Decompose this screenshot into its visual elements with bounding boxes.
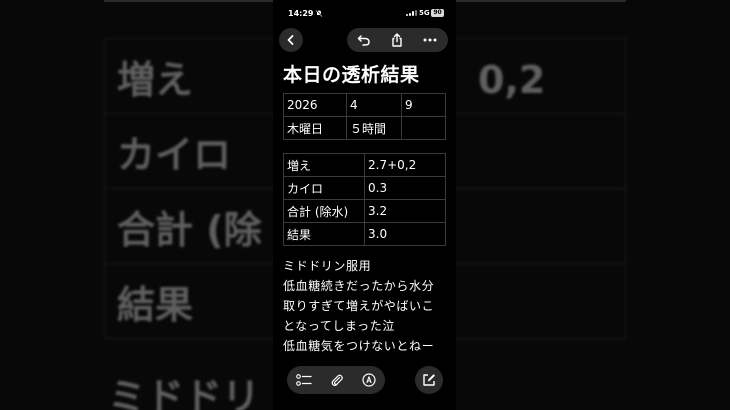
table-row: 木曜日 ５時間 (283, 116, 446, 140)
more-icon (423, 38, 437, 42)
table-cell[interactable]: 2.7+0,2 (364, 153, 446, 177)
results-table[interactable]: 増え 2.7+0,2 カイロ 0.3 合計 (除水) 3.2 結果 3.0 (283, 153, 446, 246)
attach-button[interactable] (321, 366, 353, 394)
note-line: となってしまった泣 (283, 319, 395, 333)
share-icon (392, 33, 402, 47)
table-cell[interactable]: カイロ (283, 176, 365, 200)
battery-icon: 90 (431, 9, 444, 17)
back-icon (287, 35, 294, 45)
table-row: 合計 (除水) 3.2 (283, 199, 446, 223)
table-cell[interactable]: ５時間 (346, 116, 402, 140)
table-row: 結果 3.0 (283, 222, 446, 246)
compose-button[interactable] (415, 366, 443, 394)
markup-button[interactable] (353, 366, 385, 394)
pen-icon (362, 373, 376, 387)
table-cell[interactable]: 合計 (除水) (283, 199, 365, 223)
undo-icon (357, 35, 370, 46)
checklist-icon (296, 374, 312, 386)
back-button[interactable] (279, 28, 303, 52)
phone-screen: 14:29 5G 90 本日の透析結果 2026 4 9 木曜日 ５時間 増え … (273, 0, 456, 410)
date-table[interactable]: 2026 4 9 木曜日 ５時間 (283, 93, 446, 140)
table-row: 増え 2.7+0,2 (283, 153, 446, 177)
table-cell[interactable]: 0.3 (364, 176, 446, 200)
signal-icon (406, 10, 417, 16)
table-cell[interactable]: 4 (346, 93, 402, 117)
background-value: 0,2 (478, 58, 546, 102)
table-cell[interactable]: 木曜日 (283, 116, 347, 140)
note-title[interactable]: 本日の透析結果 (283, 60, 420, 87)
table-cell[interactable]: 結果 (283, 222, 365, 246)
network-label: 5G (419, 9, 430, 17)
table-cell[interactable]: 3.0 (364, 222, 446, 246)
note-line: 低血糖気をつけないとねー (283, 339, 435, 353)
table-row: 2026 4 9 (283, 93, 446, 117)
paperclip-icon (331, 374, 343, 387)
table-cell[interactable]: 3.2 (364, 199, 446, 223)
note-toolbar (273, 28, 456, 54)
format-pill (287, 366, 385, 394)
bottom-toolbar (273, 366, 456, 396)
table-cell[interactable]: 2026 (283, 93, 347, 117)
compose-icon (423, 374, 435, 386)
status-bar: 14:29 5G 90 (273, 0, 456, 28)
status-time: 14:29 (288, 9, 314, 18)
note-body[interactable]: ミドドリン服用 低血糖続きだったから水分 取りすぎて増えがやばいこ となってしま… (283, 256, 434, 356)
table-row: カイロ 0.3 (283, 176, 446, 200)
checklist-button[interactable] (288, 366, 320, 394)
undo-button[interactable] (349, 28, 379, 52)
table-cell[interactable]: 9 (401, 93, 446, 117)
note-line: 低血糖続きだったから水分 (283, 279, 435, 293)
background-note: ミドドリ (108, 375, 261, 410)
action-pill (347, 28, 448, 52)
note-line: ミドドリン服用 (283, 259, 372, 273)
table-cell[interactable]: 増え (283, 153, 365, 177)
table-cell[interactable] (401, 116, 446, 140)
more-button[interactable] (415, 28, 445, 52)
share-button[interactable] (382, 28, 412, 52)
note-line: 取りすぎて増えがやばいこ (283, 299, 435, 313)
silent-bell-icon (315, 9, 323, 19)
